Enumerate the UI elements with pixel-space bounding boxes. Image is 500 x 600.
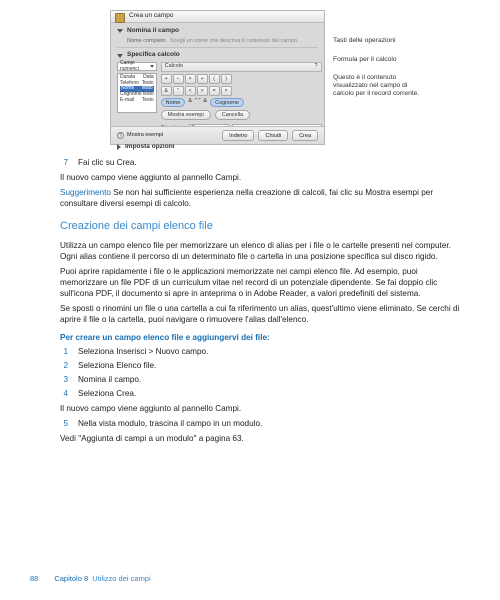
op-button[interactable]: ≠ [221, 86, 232, 96]
chevron-down-icon [117, 54, 123, 58]
section-heading: Creazione dei campi elenco file [60, 219, 460, 234]
step-text: Seleziona Elenco file. [78, 360, 156, 371]
op-button[interactable]: × [185, 74, 196, 84]
formula-area: Nome & " " & Cognome [161, 98, 322, 107]
dialog-screenshot: Crea un campo Nomina il campo Nome compl… [110, 10, 325, 145]
howto-heading: Per creare un campo elenco file e aggiun… [60, 332, 460, 343]
callout-text: Tasti delle operazioni [333, 36, 423, 45]
field-name-value: Nome completo [127, 38, 166, 44]
section-specify-calc: Specifica calcolo [127, 51, 180, 60]
op-button[interactable]: < [185, 86, 196, 96]
calc-header: Calcolo? [161, 62, 322, 72]
step-text: Seleziona Crea. [78, 388, 136, 399]
tip-label: Suggerimento [60, 188, 111, 197]
page-number: 88 [30, 574, 38, 584]
chapter-title: Utilizzo dei campi [92, 574, 150, 583]
step-number: 3 [60, 374, 68, 385]
op-button[interactable]: & [161, 86, 172, 96]
fields-list[interactable]: DurataData TelefonoTesto NomeTesto Cogno… [117, 73, 157, 113]
show-examples-button[interactable]: Mostra esempi [161, 110, 211, 120]
body-text: 7 Fai clic su Crea. Il nuovo campo viene… [60, 157, 460, 444]
chevron-right-icon [117, 144, 121, 150]
create-button[interactable]: Crea [292, 130, 318, 141]
callout-text: Formula per il calcolo [333, 55, 423, 64]
op-button[interactable]: − [173, 74, 184, 84]
close-button[interactable]: Chiudi [258, 130, 288, 141]
section-name-field: Nomina il campo [127, 27, 179, 36]
operator-buttons: + − × ÷ ( ) [161, 74, 322, 84]
op-button[interactable]: ( [209, 74, 220, 84]
step-number: 4 [60, 388, 68, 399]
op-button[interactable]: > [197, 86, 208, 96]
step-number: 5 [60, 418, 68, 429]
step-text: Fai clic su Crea. [78, 157, 137, 168]
op-button[interactable]: + [161, 74, 172, 84]
step-after-text: Il nuovo campo viene aggiunto al pannell… [60, 403, 460, 414]
paragraph: Utilizza un campo elenco file per memori… [60, 240, 460, 262]
step-text: Nella vista modulo, trascina il campo in… [78, 418, 262, 429]
step-text: Seleziona Inserisci > Nuovo campo. [78, 346, 208, 357]
step-text: Nomina il campo. [78, 374, 141, 385]
figure-callouts: Tasti delle operazioni Formula per il ca… [333, 10, 423, 98]
step-number: 7 [60, 157, 68, 168]
formula-token: Cognome [210, 98, 244, 107]
paragraph: Puoi aprire rapidamente i file o le appl… [60, 266, 460, 299]
step-number: 1 [60, 346, 68, 357]
chapter-label: Capitolo 8 [54, 574, 88, 583]
back-button[interactable]: Indietro [222, 130, 254, 141]
step-after-text: Vedi "Aggiunta di campi a un modulo" a p… [60, 433, 460, 444]
footer-help-link[interactable]: Mostra esempi [127, 132, 163, 139]
formula-token: Nome [161, 98, 186, 107]
paragraph: Se sposti o rinomini un file o una carte… [60, 303, 460, 325]
figure-row: Crea un campo Nomina il campo Nome compl… [110, 10, 460, 145]
field-name-hint: Scegli un nome che descriva il contenuto… [170, 38, 298, 44]
step-number: 2 [60, 360, 68, 371]
page-footer: 88 Capitolo 8 Utilizzo dei campi [30, 574, 151, 584]
op-button[interactable]: ) [221, 74, 232, 84]
help-icon[interactable]: ? [117, 132, 124, 139]
op-button[interactable]: " [173, 86, 184, 96]
tip-text: Se non hai sufficiente esperienza nella … [60, 188, 433, 208]
op-button[interactable]: ÷ [197, 74, 208, 84]
category-dropdown[interactable]: Campi numerici [117, 62, 157, 71]
clear-button[interactable]: Cancella [215, 110, 250, 120]
chevron-down-icon [117, 29, 123, 33]
section-set-options: Imposta opzioni [125, 143, 174, 152]
dialog-title: Crea un campo [111, 11, 324, 23]
op-button[interactable]: = [209, 86, 220, 96]
step-after-text: Il nuovo campo viene aggiunto al pannell… [60, 172, 460, 183]
callout-text: Questo è il contenuto visualizzato nel c… [333, 74, 423, 98]
